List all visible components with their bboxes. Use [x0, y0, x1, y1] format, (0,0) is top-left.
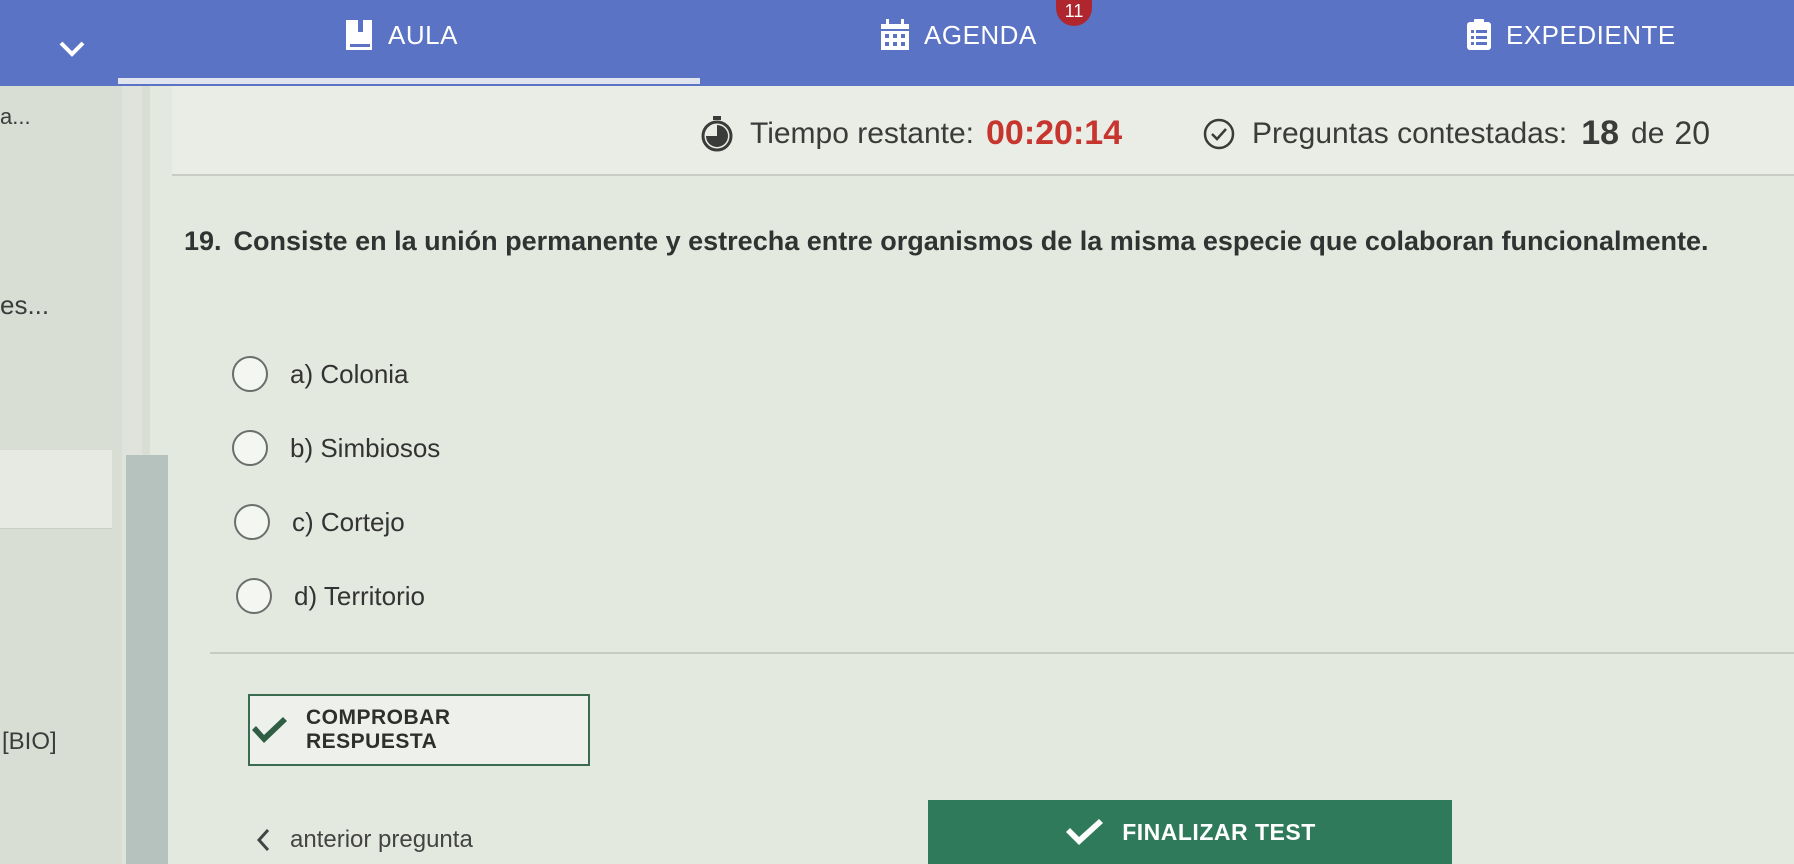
- question-number: 19.: [184, 226, 222, 256]
- question-body: Consiste en la unión permanente y estrec…: [233, 226, 1709, 256]
- question-text: 19. Consiste en la unión permanente y est…: [184, 226, 1784, 257]
- radio-button[interactable]: [236, 578, 272, 614]
- side-box: [0, 450, 112, 529]
- nav-expediente-label: EXPEDIENTE: [1506, 19, 1676, 50]
- chevron-down-icon[interactable]: [58, 38, 86, 60]
- finish-test-label: FINALIZAR TEST: [1122, 818, 1316, 845]
- nav-aula-label: AULA: [388, 19, 458, 50]
- answered-count: Preguntas contestadas: 18 de 20: [1202, 114, 1710, 153]
- check-circle-icon: [1203, 118, 1235, 149]
- radio-button[interactable]: [234, 504, 270, 540]
- answered-label: Preguntas contestadas:: [1252, 116, 1568, 150]
- option-label: b) Simbiosos: [290, 432, 441, 463]
- side-scroll-strip: [126, 455, 168, 864]
- answered-total: 20: [1674, 115, 1711, 151]
- calendar-icon: [881, 19, 909, 50]
- option-label: d) Territorio: [294, 580, 426, 611]
- side-fragment-top: a...: [0, 104, 31, 129]
- time-remaining-value: 00:20:14: [986, 114, 1123, 152]
- checkmark-icon: [1066, 819, 1104, 845]
- subject-tag: [BIO]: [2, 728, 57, 755]
- option-b[interactable]: b) Simbiosos: [232, 430, 440, 466]
- active-tab-indicator: [118, 78, 700, 84]
- previous-question-label: anterior pregunta: [290, 826, 473, 853]
- finish-test-button[interactable]: FINALIZAR TEST: [928, 800, 1452, 864]
- agenda-badge: 11: [1056, 0, 1092, 26]
- check-answer-label: COMPROBAR RESPUESTA: [305, 706, 451, 753]
- answered-of: de: [1631, 116, 1665, 150]
- option-a[interactable]: a) Colonia: [232, 356, 409, 392]
- top-navigation-bar: AULA AGENDA 11 EXPEDIENTE: [0, 0, 1794, 86]
- answered-value: 18: [1581, 114, 1620, 152]
- content-divider: [210, 652, 1794, 654]
- list-document-icon: [1467, 19, 1491, 50]
- previous-question-link[interactable]: anterior pregunta: [256, 826, 473, 854]
- book-icon: [346, 20, 372, 50]
- checkmark-icon: [251, 717, 287, 743]
- radio-button[interactable]: [232, 430, 268, 466]
- nav-agenda[interactable]: AGENDA: [880, 12, 1037, 58]
- check-answer-button[interactable]: COMPROBAR RESPUESTA: [248, 694, 590, 766]
- stopwatch-icon: [701, 115, 733, 151]
- nav-aula[interactable]: AULA: [344, 12, 458, 58]
- time-remaining: Tiempo restante: 00:20:14: [700, 114, 1122, 153]
- option-c[interactable]: c) Cortejo: [234, 504, 405, 540]
- option-label: a) Colonia: [290, 358, 409, 389]
- side-fragment-middle: es...: [0, 290, 50, 320]
- chevron-left-icon: [256, 828, 270, 852]
- nav-expediente[interactable]: EXPEDIENTE: [1466, 12, 1676, 58]
- radio-button[interactable]: [232, 356, 268, 392]
- option-label: c) Cortejo: [292, 506, 405, 537]
- time-remaining-label: Tiempo restante:: [750, 116, 974, 150]
- option-d[interactable]: d) Territorio: [236, 578, 425, 614]
- nav-agenda-label: AGENDA: [924, 19, 1037, 50]
